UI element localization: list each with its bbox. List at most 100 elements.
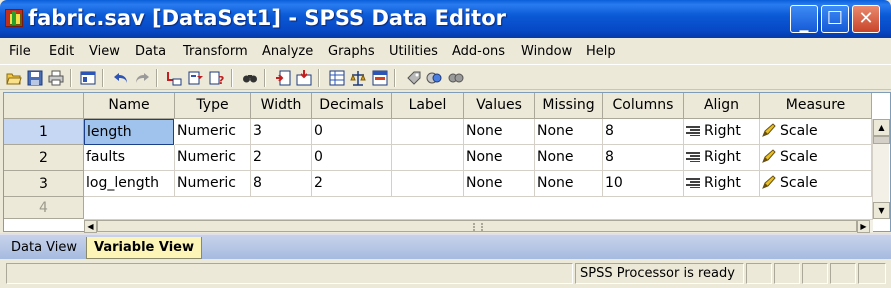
menu-bar: File Edit View Data Transform Analyze Gr…	[0, 40, 891, 62]
menu-graphs[interactable]: Graphs	[328, 44, 375, 59]
cell-missing[interactable]: None	[535, 119, 603, 145]
maximize-button[interactable]: ☐	[821, 5, 849, 33]
menu-add-ons[interactable]: Add-ons	[452, 44, 505, 59]
column-header-decimals[interactable]: Decimals	[312, 93, 392, 119]
weight-cases-icon[interactable]	[350, 70, 366, 86]
toolbar-separator	[394, 69, 396, 87]
find-icon[interactable]	[242, 70, 258, 86]
cell-label[interactable]	[392, 171, 464, 197]
goto-case-icon[interactable]	[166, 70, 182, 86]
cell-align[interactable]: Right	[684, 145, 760, 171]
cell-decimals[interactable]: 2	[312, 171, 392, 197]
cell-label[interactable]	[392, 145, 464, 171]
cell-align[interactable]: Right	[684, 119, 760, 145]
column-header-width[interactable]: Width	[251, 93, 312, 119]
menu-transform[interactable]: Transform	[183, 44, 248, 59]
window-title: fabric.sav [DataSet1] - SPSS Data Editor	[28, 6, 507, 30]
cell-columns[interactable]: 10	[603, 171, 684, 197]
cell-type[interactable]: Numeric	[175, 171, 251, 197]
status-bar: SPSS Processor is ready	[0, 260, 891, 288]
select-cases-icon[interactable]	[372, 70, 388, 86]
cell-align[interactable]: Right	[684, 171, 760, 197]
cell-name[interactable]: length	[84, 119, 174, 145]
horizontal-scroll-thumb[interactable]	[97, 220, 857, 232]
cell-name[interactable]: log_length	[84, 171, 175, 197]
column-header-type[interactable]: Type	[175, 93, 251, 119]
column-header-missing[interactable]: Missing	[535, 93, 603, 119]
cell-measure[interactable]: Scale	[760, 145, 872, 171]
split-file-icon[interactable]	[329, 70, 345, 86]
row-number[interactable]: 2	[4, 145, 84, 171]
vertical-scroll-thumb[interactable]	[873, 136, 890, 144]
cell-missing[interactable]: None	[535, 145, 603, 171]
column-header-measure[interactable]: Measure	[760, 93, 872, 119]
scroll-right-button[interactable]: ▶	[857, 220, 870, 233]
column-header-align[interactable]: Align	[684, 93, 760, 119]
cell-type[interactable]: Numeric	[175, 119, 251, 145]
menu-utilities[interactable]: Utilities	[389, 44, 438, 59]
cell-values[interactable]: None	[464, 171, 535, 197]
scroll-up-button[interactable]: ▲	[873, 119, 890, 136]
cell-values[interactable]: None	[464, 119, 535, 145]
table-row: 4	[4, 197, 872, 219]
column-header-values[interactable]: Values	[464, 93, 535, 119]
cell-width[interactable]: 8	[251, 171, 312, 197]
save-icon[interactable]	[27, 70, 43, 86]
menu-analyze[interactable]: Analyze	[262, 44, 313, 59]
tab-variable-view[interactable]: Variable View	[86, 237, 202, 259]
menu-window[interactable]: Window	[521, 44, 572, 59]
print-icon[interactable]	[48, 70, 64, 86]
variables-icon[interactable]	[188, 70, 204, 86]
insert-cases-icon[interactable]	[275, 70, 291, 86]
cell-measure-text: Scale	[780, 123, 818, 139]
close-button[interactable]: ✕	[852, 5, 880, 33]
tab-data-view[interactable]: Data View	[4, 237, 84, 259]
use-sets-icon[interactable]	[426, 70, 442, 86]
row-number[interactable]: 1	[4, 119, 84, 145]
cell-values[interactable]: None	[464, 145, 535, 171]
cell-name[interactable]: faults	[84, 145, 175, 171]
open-icon[interactable]	[6, 70, 22, 86]
vertical-scrollbar[interactable]: ▲ ▼	[872, 119, 890, 219]
horizontal-scrollbar[interactable]: ◀ ▶	[84, 219, 873, 233]
cell-missing[interactable]: None	[535, 171, 603, 197]
scroll-down-button[interactable]: ▼	[873, 202, 890, 219]
status-panel	[774, 263, 800, 284]
menu-view[interactable]: View	[89, 44, 120, 59]
menu-help[interactable]: Help	[586, 44, 616, 59]
spss-app-icon[interactable]	[5, 9, 23, 27]
status-panel	[802, 263, 828, 284]
cell-measure[interactable]: Scale	[760, 171, 872, 197]
cell-columns[interactable]: 8	[603, 119, 684, 145]
row-number[interactable]: 3	[4, 171, 84, 197]
insert-variable-icon[interactable]	[296, 70, 312, 86]
row-number[interactable]: 4	[4, 197, 84, 219]
cell-type[interactable]: Numeric	[175, 145, 251, 171]
undo-icon[interactable]	[113, 70, 129, 86]
column-header-label[interactable]: Label	[392, 93, 464, 119]
align-right-icon	[686, 152, 700, 162]
menu-data[interactable]: Data	[135, 44, 166, 59]
cell-label[interactable]	[392, 119, 464, 145]
show-all-icon[interactable]	[448, 70, 464, 86]
column-header-columns[interactable]: Columns	[603, 93, 684, 119]
minimize-button[interactable]: _	[790, 5, 818, 33]
cell-measure[interactable]: Scale	[760, 119, 872, 145]
scroll-left-button[interactable]: ◀	[84, 220, 97, 233]
arrow-right-icon: ▶	[860, 222, 867, 231]
column-header-name[interactable]: Name	[84, 93, 175, 119]
dialog-recall-icon[interactable]	[80, 70, 96, 86]
corner-cell[interactable]	[4, 93, 84, 119]
redo-icon[interactable]	[134, 70, 150, 86]
scale-ruler-icon	[762, 123, 776, 137]
cell-width[interactable]: 3	[251, 119, 312, 145]
cell-decimals[interactable]: 0	[312, 145, 392, 171]
cell-columns[interactable]: 8	[603, 145, 684, 171]
cell-measure-text: Scale	[780, 175, 818, 191]
cell-decimals[interactable]: 0	[312, 119, 392, 145]
menu-edit[interactable]: Edit	[49, 44, 74, 59]
menu-file[interactable]: File	[9, 44, 31, 59]
dialog-help-icon[interactable]: ?	[209, 70, 225, 86]
cell-width[interactable]: 2	[251, 145, 312, 171]
value-labels-icon[interactable]	[406, 70, 422, 86]
